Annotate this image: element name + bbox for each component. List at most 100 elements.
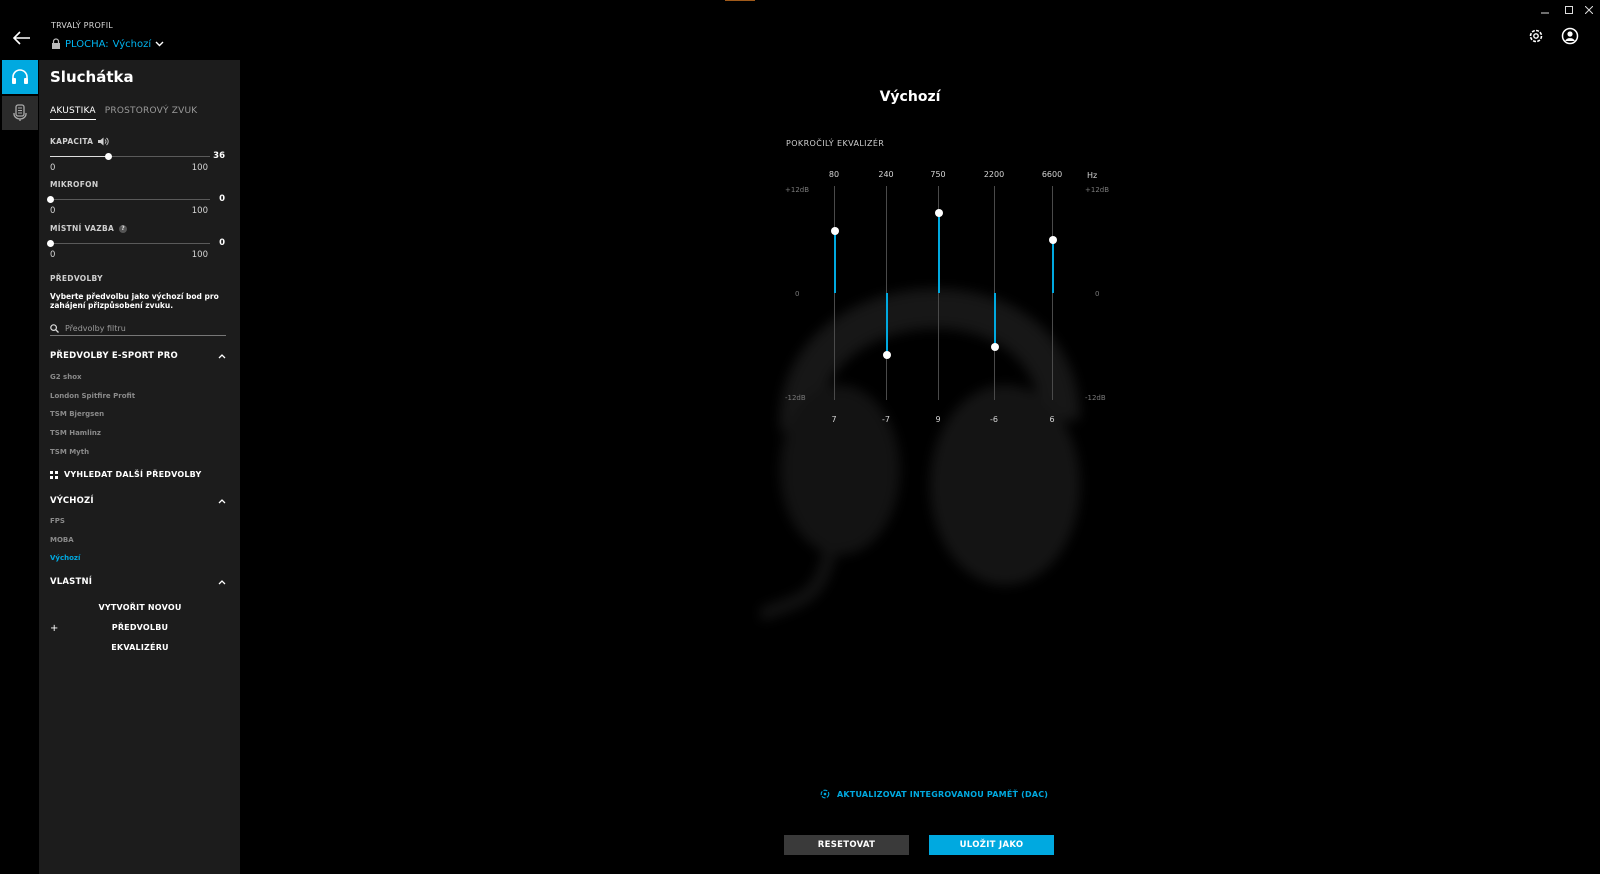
eq-band-knob[interactable] <box>990 342 999 351</box>
speaker-icon <box>98 137 109 146</box>
sidetone-slider[interactable]: 0 <box>47 238 225 248</box>
preset-fps[interactable]: FPS <box>50 517 65 525</box>
group-esport-header[interactable]: PŘEDVOLBY E-SPORT PRO <box>50 351 226 361</box>
microphone-min: 0 <box>50 206 56 216</box>
microphone-value: 0 <box>219 194 225 204</box>
create-eq-preset-label: VYTVOŘIT NOVOU PŘEDVOLBU EKVALIZÉRU <box>70 598 210 658</box>
hz-unit: Hz <box>1087 171 1098 180</box>
volume-min: 0 <box>50 163 56 173</box>
account-button[interactable] <box>1559 25 1581 47</box>
profile-value: Výchozí <box>112 38 152 50</box>
create-eq-preset-line2: EKVALIZÉRU <box>111 643 169 652</box>
eq-band-knob[interactable] <box>830 226 839 235</box>
sidetone-scale: 0 100 <box>50 250 208 260</box>
preset-vychozi[interactable]: Výchozí <box>50 554 80 562</box>
chevron-up-icon <box>218 353 226 358</box>
sidetone-slider-block: MÍSTNÍ VAZBA ? 0 0 100 <box>47 224 225 260</box>
help-icon[interactable]: ? <box>119 224 128 233</box>
preset-filter-input[interactable] <box>65 324 215 333</box>
volume-slider-knob[interactable] <box>104 153 112 160</box>
eq-band-fill <box>993 293 996 347</box>
rail-microphone[interactable] <box>2 96 38 130</box>
page-title: Výchozí <box>879 89 941 105</box>
db-bottom-left: -12dB <box>785 394 806 402</box>
eq-band-value: 9 <box>935 415 941 424</box>
arrow-left-icon <box>13 31 30 45</box>
microphone-slider[interactable]: 0 <box>47 194 225 204</box>
volume-slider-block: KAPACITA 36 0 100 <box>50 137 225 173</box>
sidetone-min: 0 <box>50 250 56 260</box>
profile-prefix: PLOCHA: <box>65 38 109 50</box>
microphone-scale: 0 100 <box>50 206 208 216</box>
presets-description: Vyberte předvolbu jako výchozí bod pro z… <box>50 292 219 310</box>
create-eq-preset[interactable]: + VYTVOŘIT NOVOU PŘEDVOLBU EKVALIZÉRU <box>50 598 226 658</box>
db-bottom-right: -12dB <box>1085 394 1106 402</box>
group-esport-title: PŘEDVOLBY E-SPORT PRO <box>50 351 178 361</box>
title-bar: TRVALÝ PROFIL PLOCHA: Výchozí <box>0 0 1600 60</box>
tab-akustika[interactable]: AKUSTIKA <box>50 106 96 120</box>
device-rail <box>0 60 39 874</box>
grid-icon <box>50 470 58 479</box>
preset-tsm-hamlinz[interactable]: TSM Hamlinz <box>50 429 101 437</box>
eq-band-track[interactable] <box>1052 186 1053 400</box>
eq-band-knob[interactable] <box>934 208 943 217</box>
eq-caption: POKROČILÝ EKVALIZÉR <box>786 139 885 148</box>
eq-band-fill <box>1051 239 1054 293</box>
sidebar-panel: Sluchátka AKUSTIKA PROSTOROVÝ ZVUK KAPAC… <box>39 60 240 874</box>
group-custom-header[interactable]: VLASTNÍ <box>50 577 226 587</box>
close-icon <box>1585 6 1593 14</box>
find-more-presets[interactable]: VYHLEDAT DALŠÍ PŘEDVOLBY <box>50 470 201 479</box>
maximize-icon <box>1565 6 1573 14</box>
preset-london-spitfire[interactable]: London Spitfire Profit <box>50 392 135 400</box>
maximize-button[interactable] <box>1558 2 1580 18</box>
update-dac-link[interactable]: AKTUALIZOVAT INTEGROVANOU PAMĚŤ (DAC) <box>820 789 1048 799</box>
eq-frequency-label: 240 <box>878 170 894 179</box>
close-button[interactable] <box>1578 2 1600 18</box>
chevron-down-icon <box>155 41 164 47</box>
presets-caption: PŘEDVOLBY <box>50 274 103 283</box>
settings-button[interactable] <box>1525 25 1547 47</box>
eq-band-value: 7 <box>831 415 837 424</box>
profile-caption: TRVALÝ PROFIL <box>51 21 113 30</box>
sidetone-slider-knob[interactable] <box>47 240 54 247</box>
minimize-button[interactable] <box>1534 2 1556 18</box>
eq-band-knob[interactable] <box>882 351 891 360</box>
preset-tsm-bjergsen[interactable]: TSM Bjergsen <box>50 410 104 418</box>
profile-dropdown[interactable]: PLOCHA: Výchozí <box>51 38 164 50</box>
microphone-icon <box>13 104 27 121</box>
eq-band-value: 6 <box>1049 415 1055 424</box>
preset-tsm-myth[interactable]: TSM Myth <box>50 448 89 456</box>
refresh-icon <box>820 789 830 799</box>
reset-button[interactable]: RESETOVAT <box>784 835 909 855</box>
preset-g2-shox[interactable]: G2 shox <box>50 373 82 381</box>
sidetone-label-row: MÍSTNÍ VAZBA ? <box>50 224 225 233</box>
chevron-up-icon <box>218 498 226 503</box>
sidetone-max: 100 <box>191 250 208 260</box>
volume-slider[interactable]: 36 <box>50 151 225 161</box>
title-accent-line <box>725 0 755 1</box>
panel-title: Sluchátka <box>50 68 134 86</box>
volume-slider-fill <box>50 156 108 157</box>
save-as-button[interactable]: ULOŽIT JAKO <box>929 835 1054 855</box>
microphone-max: 100 <box>191 206 208 216</box>
microphone-slider-block: MIKROFON 0 0 100 <box>47 180 225 216</box>
chevron-up-icon <box>218 579 226 584</box>
minimize-icon <box>1541 12 1549 14</box>
eq-frequency-label: 2200 <box>983 170 1005 179</box>
sidetone-value: 0 <box>219 238 225 248</box>
create-eq-preset-line1: VYTVOŘIT NOVOU PŘEDVOLBU <box>98 603 182 632</box>
microphone-slider-knob[interactable] <box>47 196 54 203</box>
back-button[interactable] <box>8 26 36 50</box>
microphone-label-row: MIKROFON <box>50 180 225 189</box>
panel-tabs: AKUSTIKA PROSTOROVÝ ZVUK <box>50 106 197 120</box>
volume-scale: 0 100 <box>50 163 208 173</box>
db-top-left: +12dB <box>785 186 810 194</box>
eq-band-track[interactable] <box>834 186 835 400</box>
group-default-header[interactable]: VÝCHOZÍ <box>50 496 226 506</box>
eq-band-knob[interactable] <box>1048 235 1057 244</box>
update-dac-label: AKTUALIZOVAT INTEGROVANOU PAMĚŤ (DAC) <box>837 789 1049 799</box>
rail-headphones[interactable] <box>2 60 38 94</box>
tab-prostorovy-zvuk[interactable]: PROSTOROVÝ ZVUK <box>105 106 198 120</box>
preset-moba[interactable]: MOBA <box>50 536 74 544</box>
gear-icon <box>1529 29 1543 43</box>
